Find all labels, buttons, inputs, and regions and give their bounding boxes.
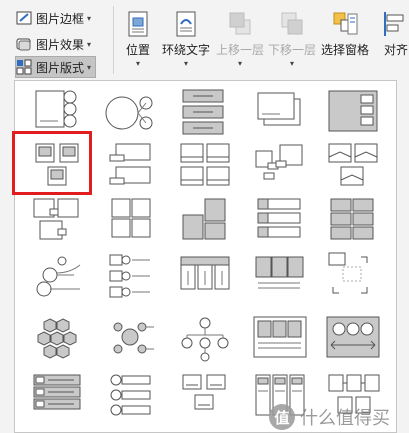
picture-layout-19-icon[interactable] [250,251,310,303]
picture-effects-label: 图片效果 [36,37,85,52]
picture-layout-17-icon[interactable] [102,251,162,303]
position-icon [124,10,152,38]
picture-layout-16-icon[interactable] [28,251,88,303]
picture-layout-11-icon[interactable] [28,195,88,247]
picture-layout-9-icon[interactable] [250,141,310,193]
picture-layout-label: 图片版式 [36,60,85,75]
send-backward-label: 下移一层 [268,43,317,57]
chevron-down-icon: ▾ [87,39,92,49]
picture-layout-14-icon[interactable] [250,195,310,247]
picture-layout-15-icon[interactable] [323,195,383,247]
picture-layout-3-icon[interactable] [175,87,235,139]
position-label: 位置 [125,43,150,57]
selection-pane-icon [331,10,359,38]
watermark-text: 什么值得买 [300,408,390,429]
picture-layout-7-icon[interactable] [102,141,162,193]
picture-layout-25-icon[interactable] [323,313,383,365]
align-label: 对齐 [383,43,408,57]
picture-layout-10-icon[interactable] [323,141,383,193]
picture-effects-button[interactable]: 图片效果 ▾ [16,34,91,54]
selected-layout-highlight [12,131,92,195]
chevron-down-icon: ▾ [87,13,92,23]
wrap-text-button[interactable]: 环绕文字 ▾ [162,10,210,74]
picture-layout-18-icon[interactable] [175,251,235,303]
picture-effects-icon [16,36,32,52]
picture-layout-22-icon[interactable] [102,313,162,365]
picture-layout-13-icon[interactable] [175,195,235,247]
position-button[interactable]: 位置 ▾ [124,10,152,74]
send-backward-icon [278,10,306,38]
wrap-text-label: 环绕文字 [162,43,211,57]
send-backward-button[interactable]: 下移一层 ▾ [268,10,316,74]
chevron-down-icon: ▾ [290,59,295,68]
picture-layout-27-icon[interactable] [102,371,162,423]
picture-layout-24-icon[interactable] [250,313,310,365]
picture-layout-12-icon[interactable] [102,195,162,247]
selection-pane-label: 选择窗格 [321,43,370,57]
wrap-text-icon [172,10,200,38]
bring-forward-button[interactable]: 上移一层 ▾ [216,10,264,74]
picture-layout-5-icon[interactable] [323,87,383,139]
picture-layout-28-icon[interactable] [175,371,235,423]
picture-layout-26-icon[interactable] [28,371,88,423]
picture-border-button[interactable]: 图片边框 ▾ [16,8,91,28]
picture-layout-4-icon[interactable] [250,87,310,139]
picture-layout-8-icon[interactable] [175,141,235,193]
picture-border-icon [16,10,32,26]
ribbon: 图片边框 ▾ 图片效果 ▾ 图片版式 ▾ 位置 ▾ 环绕文字 ▾ 上移一层 ▾ … [0,0,409,80]
ribbon-separator [113,6,114,74]
chevron-down-icon: ▾ [184,59,189,68]
chevron-down-icon: ▾ [87,62,92,72]
picture-layout-icon [16,59,32,75]
align-button[interactable]: 对齐 [382,10,409,74]
picture-border-label: 图片边框 [36,11,85,26]
picture-layout-button[interactable]: 图片版式 ▾ [15,56,97,78]
picture-layout-20-icon[interactable] [323,251,383,303]
chevron-down-icon: ▾ [135,59,140,68]
watermark: 值 什么值得买 [269,404,390,430]
chevron-down-icon: ▾ [238,59,243,68]
selection-pane-button[interactable]: 选择窗格 [321,10,369,74]
picture-layout-23-icon[interactable] [175,313,235,365]
picture-layout-21-icon[interactable] [28,313,88,365]
align-icon [382,10,409,38]
bring-forward-icon [226,10,254,38]
watermark-logo: 值 [269,404,295,430]
picture-layout-2-icon[interactable] [102,87,162,139]
bring-forward-label: 上移一层 [216,43,265,57]
